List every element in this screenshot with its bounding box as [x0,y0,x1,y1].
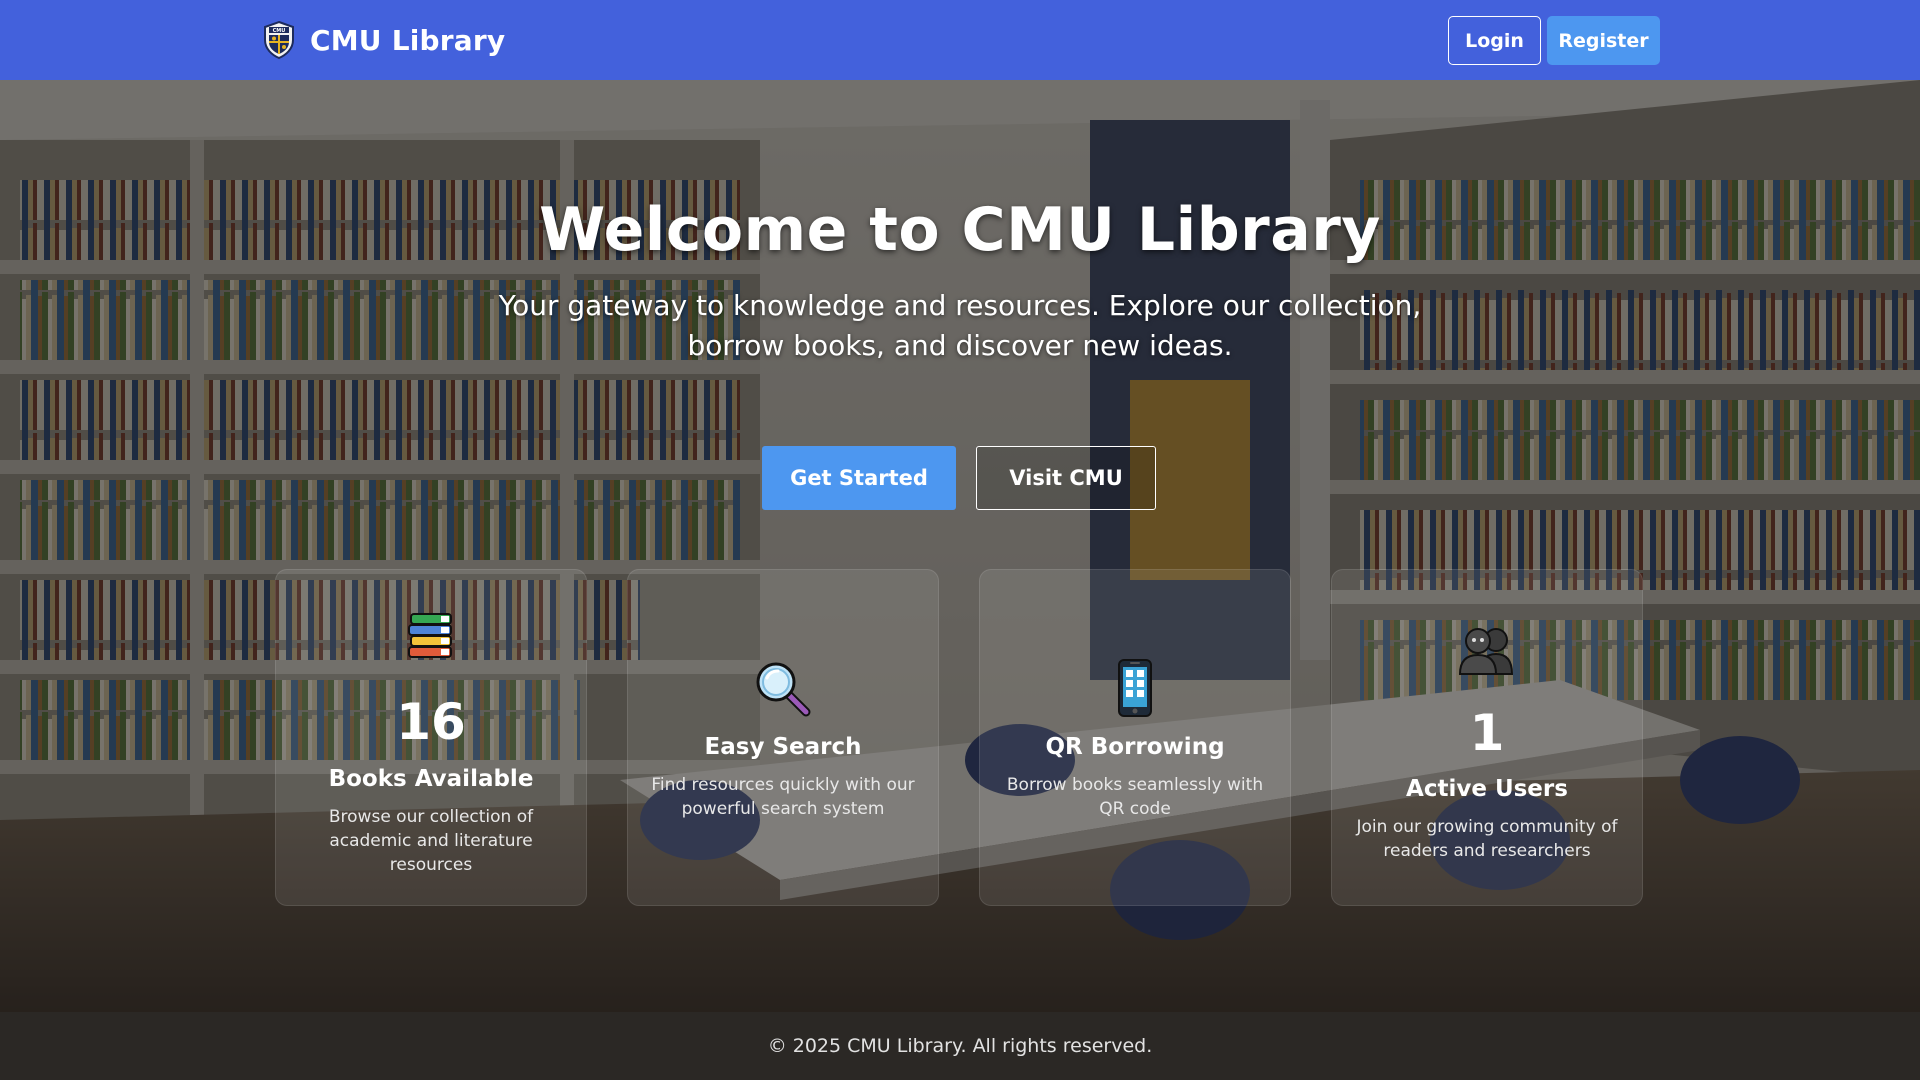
card-qr-borrowing: QR Borrowing Borrow books seamlessly wit… [979,569,1291,906]
card-description: Find resources quickly with our powerful… [651,775,915,819]
card-description: Borrow books seamlessly with QR code [1006,775,1264,819]
card-books-available: 16 Books Available Browse our collection… [275,569,587,906]
navbar: CMU CMU Library Login Register [0,0,1920,80]
card-easy-search: Easy Search Find resources quickly with … [627,569,939,906]
visit-cmu-button[interactable]: Visit CMU [976,446,1156,510]
card-title: QR Borrowing [1045,734,1225,760]
card-description: Browse our collection of academic and li… [328,807,534,875]
users-group-icon [1332,624,1642,676]
active-users-count: 1 [1469,704,1505,762]
books-count: 16 [396,693,466,751]
hero-buttons: Get Started Visit CMU [762,446,1156,510]
nav-actions: Login Register [1448,16,1660,65]
card-title: Active Users [1406,776,1568,802]
hero-title: Welcome to CMU Library [539,195,1381,265]
feature-cards: 16 Books Available Browse our collection… [275,569,1643,906]
login-button[interactable]: Login [1448,16,1541,65]
copyright-text: © 2025 CMU Library. All rights reserved. [767,1035,1153,1057]
card-active-users: 1 Active Users Join our growing communit… [1331,569,1643,906]
card-description: Join our growing community of readers an… [1356,817,1618,861]
magnifying-glass-icon [628,660,938,718]
footer: © 2025 CMU Library. All rights reserved. [0,1012,1920,1080]
hero-section: Welcome to CMU Library Your gateway to k… [0,80,1920,1012]
books-stack-icon [276,610,586,662]
register-button[interactable]: Register [1547,16,1660,65]
card-title: Books Available [328,766,534,792]
hero-subtitle: Your gateway to knowledge and resources.… [498,289,1422,362]
brand-home-link[interactable]: CMU CMU Library [262,0,505,80]
cmu-shield-logo-icon: CMU [264,20,294,60]
mobile-phone-icon [980,658,1290,718]
get-started-button[interactable]: Get Started [762,446,956,510]
brand-name: CMU Library [310,23,506,57]
svg-text:CMU: CMU [273,28,286,34]
card-title: Easy Search [704,734,862,760]
